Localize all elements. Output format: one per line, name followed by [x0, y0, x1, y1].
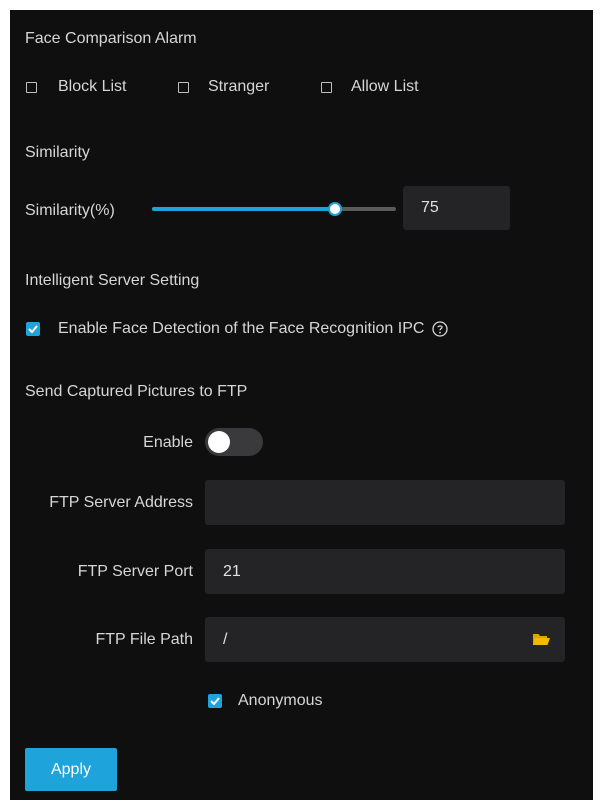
apply-button-label: Apply — [50, 760, 92, 778]
similarity-value-input[interactable]: 75 — [403, 186, 510, 230]
stranger-label: Stranger — [208, 78, 270, 95]
ftp-file-path-label: FTP File Path — [95, 631, 193, 648]
anonymous-checkbox[interactable]: Anonymous — [208, 692, 323, 710]
ftp-server-port-value: 21 — [223, 562, 241, 580]
enable-face-detection-checkbox-box[interactable] — [26, 322, 40, 336]
ftp-enable-label: Enable — [143, 434, 193, 451]
stranger-checkbox[interactable]: Stranger — [178, 78, 269, 96]
allow-list-checkbox-box[interactable] — [321, 81, 332, 93]
question-circle-icon[interactable] — [432, 321, 449, 337]
ftp-file-path-input[interactable]: / — [205, 617, 565, 662]
checkmark-icon — [210, 697, 220, 705]
similarity-slider-track[interactable] — [152, 202, 396, 216]
block-list-label: Block List — [58, 78, 127, 95]
block-list-checkbox-box[interactable] — [26, 81, 37, 93]
similarity-value: 75 — [421, 199, 439, 216]
enable-face-detection-checkbox[interactable]: Enable Face Detection of the Face Recogn… — [26, 320, 449, 338]
ftp-file-path-value: / — [223, 630, 228, 648]
ftp-server-address-input[interactable] — [205, 480, 565, 525]
similarity-slider-fill — [152, 207, 335, 211]
ftp-server-port-label: FTP Server Port — [77, 563, 193, 580]
apply-button[interactable]: Apply — [25, 748, 117, 791]
ftp-enable-toggle-knob — [208, 431, 230, 453]
ftp-server-port-input[interactable]: 21 — [205, 549, 565, 594]
face-alarm-settings-panel: Face Comparison Alarm Block List Strange… — [10, 10, 593, 800]
similarity-title: Similarity — [25, 144, 90, 161]
similarity-slider-thumb[interactable] — [328, 202, 342, 216]
face-comparison-title: Face Comparison Alarm — [25, 30, 197, 47]
ftp-enable-toggle[interactable] — [205, 428, 263, 456]
similarity-label: Similarity(%) — [25, 202, 115, 219]
checkmark-icon — [28, 325, 38, 333]
stranger-checkbox-box[interactable] — [178, 81, 189, 93]
anonymous-label: Anonymous — [238, 692, 323, 709]
intelligent-server-title: Intelligent Server Setting — [25, 272, 200, 289]
ftp-title: Send Captured Pictures to FTP — [25, 383, 248, 400]
allow-list-checkbox[interactable]: Allow List — [321, 78, 419, 96]
anonymous-checkbox-box[interactable] — [208, 694, 222, 708]
folder-icon[interactable] — [532, 631, 551, 647]
ftp-server-address-label: FTP Server Address — [49, 494, 193, 511]
enable-face-detection-label: Enable Face Detection of the Face Recogn… — [58, 320, 425, 337]
allow-list-label: Allow List — [351, 78, 419, 95]
block-list-checkbox[interactable]: Block List — [26, 78, 126, 96]
